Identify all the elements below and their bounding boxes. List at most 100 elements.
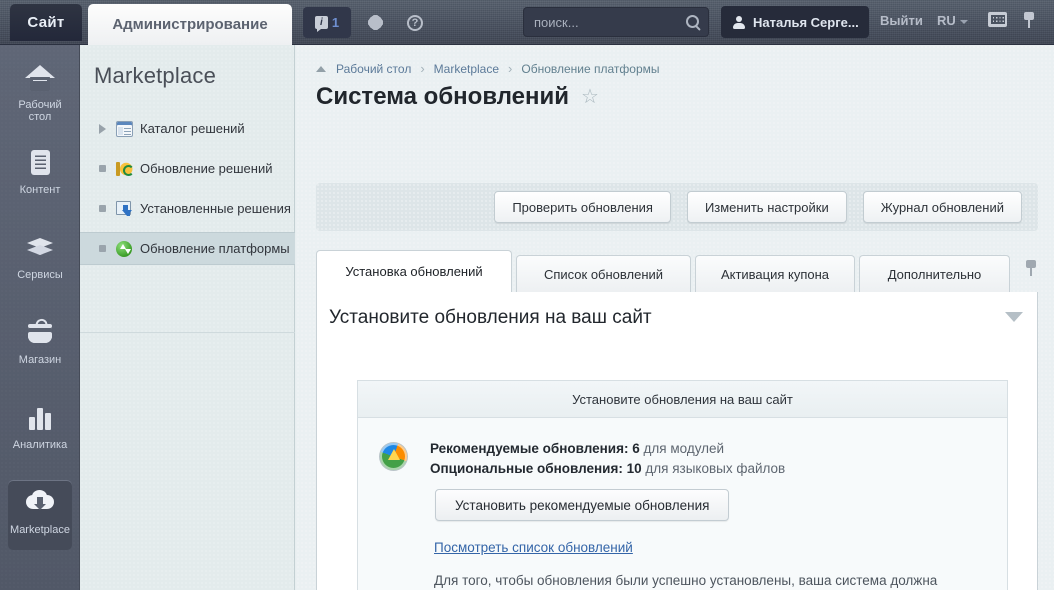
rail-item-desktop[interactable]: Рабочий стол [8,55,72,125]
rail-item-label: Рабочий стол [8,99,72,123]
rail-item-shop[interactable]: Магазин [8,310,72,380]
tab-bar: Установка обновлений Список обновлений А… [316,250,1038,292]
tab-administration[interactable]: Администрирование [88,4,292,45]
gear-icon [368,15,383,30]
language-label: RU [937,13,956,28]
tab-additional[interactable]: Дополнительно [859,255,1010,292]
breadcrumb-item-desktop[interactable]: Рабочий стол [336,62,411,76]
expand-arrow-icon [99,124,106,134]
sidebar-divider [80,332,295,333]
rail-item-label: Сервисы [17,269,63,281]
rail-item-analytics[interactable]: Аналитика [8,395,72,465]
info-bubble-icon: i [315,16,328,29]
breadcrumb-up-icon[interactable] [316,66,326,72]
recommended-updates-line: Рекомендуемые обновления: 6 для модулей [430,441,724,456]
breadcrumb-item-current: Обновление платформы [521,62,659,76]
search-box[interactable] [523,7,709,37]
rail-item-content[interactable]: Контент [8,140,72,210]
notifications-count: 1 [332,15,339,30]
rail-item-services[interactable]: Сервисы [8,225,72,295]
sidebar-item-label: Обновление платформы [140,241,290,256]
pin-tabs-button[interactable] [1024,259,1038,279]
help-icon: ? [407,15,423,31]
user-menu-button[interactable]: Наталья Серге... [721,6,869,38]
user-avatar-icon [733,16,745,29]
rail-item-marketplace[interactable]: Marketplace [8,480,72,550]
requirements-text: Для того, чтобы обновления были успешно … [434,571,979,590]
content-panel: Установите обновления на ваш сайт Устано… [316,292,1038,590]
layers-icon [23,233,57,263]
top-bar: Сайт Администрирование i 1 ? Наталья Сер… [0,0,1054,45]
rail-item-label: Marketplace [10,524,70,536]
updates-globe-icon [380,443,407,470]
optional-updates-label: Опциональные обновления: [430,461,623,476]
star-outline-icon[interactable]: ☆ [581,87,599,107]
user-name: Наталья Серге... [753,15,859,30]
document-icon [23,148,57,178]
secondary-sidebar: Marketplace Каталог решений Обновление р… [80,45,295,590]
installed-solutions-icon [116,201,133,217]
bullet-icon [99,165,106,172]
sidebar-item-label: Установленные решения [140,201,291,216]
sidebar-item-catalog[interactable]: Каталог решений [80,112,295,145]
page-title-row: Система обновлений ☆ [316,83,599,111]
shopping-basket-icon [23,318,57,348]
rail-item-label: Аналитика [13,439,67,451]
check-updates-button[interactable]: Проверить обновления [494,191,671,223]
breadcrumb: Рабочий стол › Marketplace › Обновление … [316,61,660,76]
view-updates-list-link[interactable]: Посмотреть список обновлений [434,540,633,555]
updates-box: Установите обновления на ваш сайт Рекоме… [357,380,1008,590]
recommended-updates-count: 6 [632,441,640,456]
pin-icon [1022,11,1036,29]
chevron-down-icon [960,20,968,24]
pin-icon [1024,259,1038,277]
keyboard-icon [991,15,1005,24]
recommended-updates-suffix: для модулей [644,441,725,456]
platform-update-icon [116,241,132,257]
panel-title: Установите обновления на ваш сайт [329,307,652,329]
optional-updates-count: 10 [627,461,642,476]
keyboard-button[interactable] [988,12,1007,27]
tab-site[interactable]: Сайт [10,4,82,41]
solutions-update-icon [116,161,133,177]
notifications-button[interactable]: i 1 [303,7,351,38]
bullet-icon [99,245,106,252]
install-recommended-updates-button[interactable]: Установить рекомендуемые обновления [435,489,729,521]
left-icon-rail: Рабочий стол Контент Сервисы Магазин Ана… [0,45,80,590]
pin-panel-button[interactable] [1022,11,1036,29]
logout-button[interactable]: Выйти [880,13,923,28]
panel-header: Установите обновления на ваш сайт [317,292,1037,344]
sidebar-item-label: Каталог решений [140,121,245,136]
updates-box-header: Установите обновления на ваш сайт [358,381,1007,418]
change-settings-button[interactable]: Изменить настройки [687,191,847,223]
tab-updates-list[interactable]: Список обновлений [516,255,691,292]
settings-button[interactable] [363,9,387,36]
language-selector[interactable]: RU [937,13,968,28]
main-content: Рабочий стол › Marketplace › Обновление … [296,45,1054,590]
recommended-updates-label: Рекомендуемые обновления: [430,441,628,456]
help-button[interactable]: ? [403,9,427,36]
sidebar-title: Marketplace [94,63,216,89]
breadcrumb-separator: › [508,61,512,76]
cloud-download-icon [23,488,57,518]
tab-install-updates[interactable]: Установка обновлений [316,250,512,292]
optional-updates-line: Опциональные обновления: 10 для языковых… [430,461,785,476]
bullet-icon [99,205,106,212]
action-toolbar: Проверить обновления Изменить настройки … [316,183,1038,231]
sidebar-item-platform-update[interactable]: Обновление платформы [80,232,295,265]
page-title: Система обновлений [316,83,569,111]
rail-item-label: Магазин [19,354,61,366]
home-icon [23,63,57,93]
catalog-icon [116,121,133,137]
chevron-down-icon[interactable] [1005,312,1023,322]
search-input[interactable] [532,8,682,36]
tab-coupon-activation[interactable]: Активация купона [695,255,855,292]
update-log-button[interactable]: Журнал обновлений [863,191,1022,223]
search-icon[interactable] [686,15,699,28]
sidebar-item-label: Обновление решений [140,161,273,176]
breadcrumb-item-marketplace[interactable]: Marketplace [434,62,499,76]
optional-updates-suffix: для языковых файлов [645,461,785,476]
sidebar-item-solutions-update[interactable]: Обновление решений [80,152,295,185]
sidebar-item-installed-solutions[interactable]: Установленные решения [80,192,295,225]
requirements-text-part1: Для того, чтобы обновления были успешно … [434,573,939,590]
